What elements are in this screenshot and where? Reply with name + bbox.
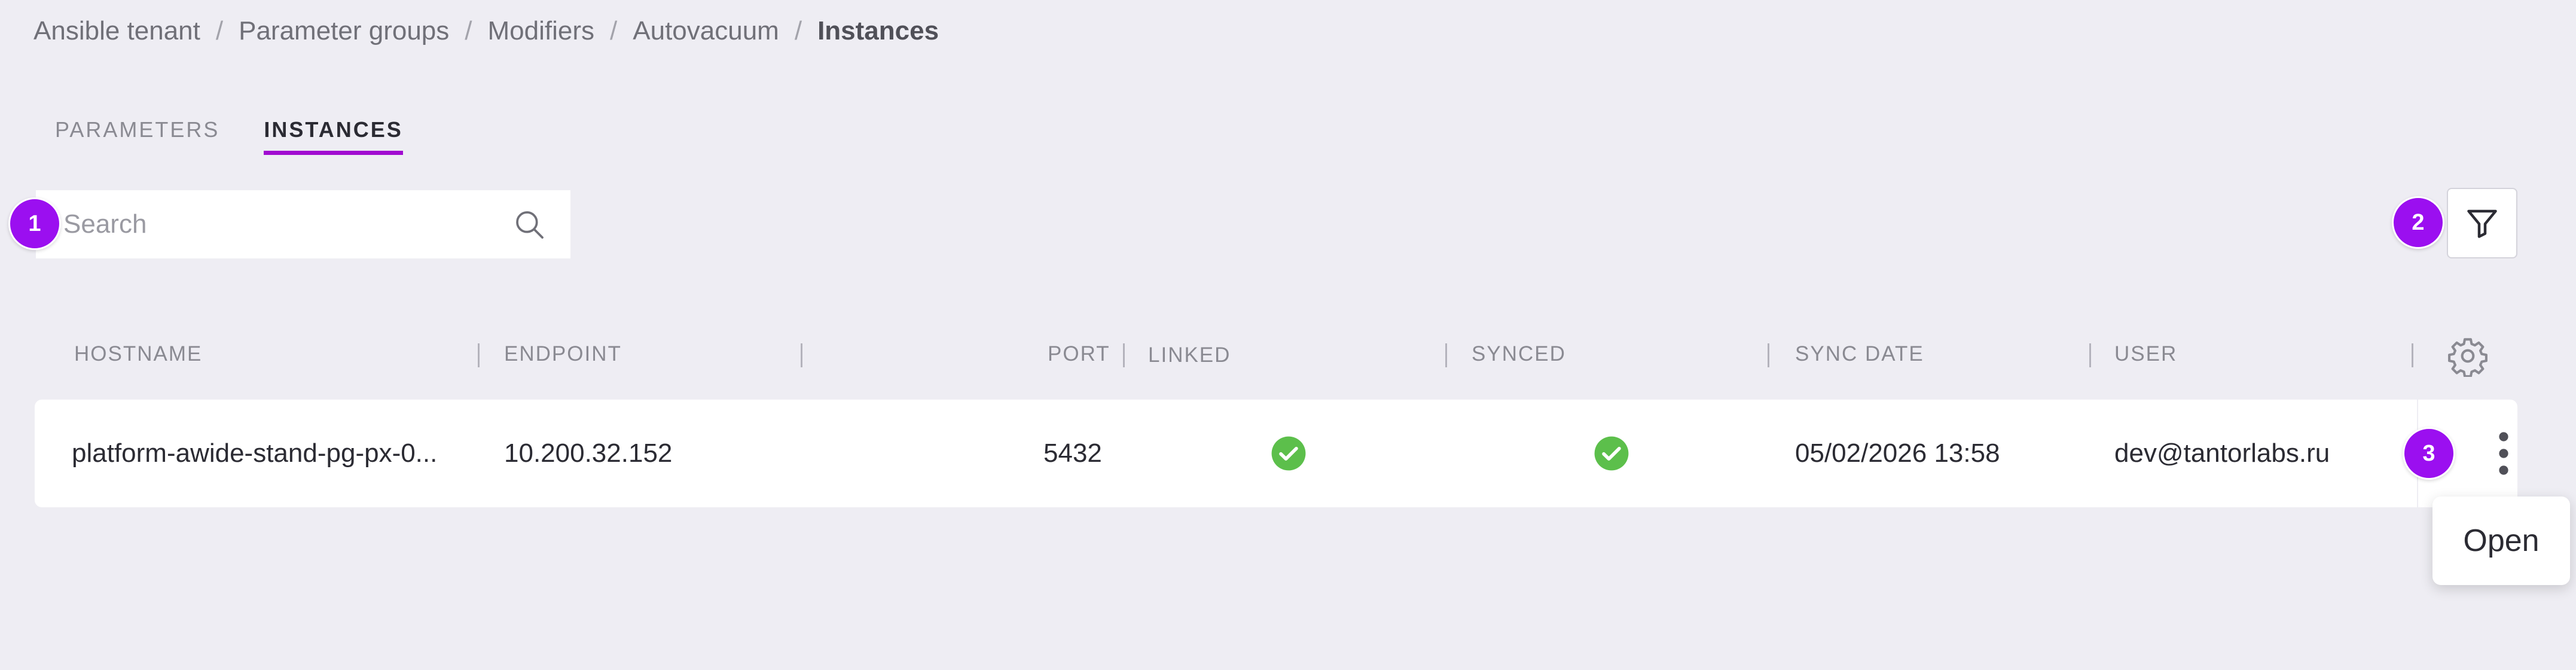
breadcrumb-separator: / — [215, 16, 224, 45]
breadcrumb-item-parameter-groups[interactable]: Parameter groups — [239, 16, 449, 46]
column-header-user[interactable]: USER — [2114, 342, 2177, 366]
column-resize-handle[interactable] — [1445, 343, 1447, 367]
search-input[interactable] — [62, 209, 483, 240]
breadcrumb-separator: / — [465, 16, 472, 45]
table-row[interactable]: platform-awide-stand-pg-px-0... 10.200.3… — [35, 400, 2517, 507]
check-circle-icon — [1271, 436, 1306, 471]
breadcrumb-item-current: Instances — [817, 16, 939, 45]
breadcrumb-item-autovacuum[interactable]: Autovacuum — [633, 16, 779, 46]
tab-bar: PARAMETERS INSTANCES — [55, 117, 403, 155]
cell-linked — [1270, 400, 1307, 507]
column-resize-handle[interactable] — [1123, 343, 1125, 367]
breadcrumb-separator: / — [794, 16, 802, 45]
check-circle-icon — [1594, 436, 1629, 471]
search-icon[interactable] — [513, 208, 547, 242]
column-resize-handle[interactable] — [801, 343, 802, 367]
column-header-port[interactable]: PORT — [1048, 342, 1110, 366]
column-resize-handle[interactable] — [1768, 343, 1769, 367]
breadcrumb: Ansible tenant / Parameter groups / Modi… — [33, 13, 939, 49]
gear-icon[interactable] — [2447, 335, 2489, 377]
menu-item-open[interactable]: Open — [2463, 523, 2539, 559]
tab-instances[interactable]: INSTANCES — [264, 117, 403, 155]
column-header-sync-date[interactable]: SYNC DATE — [1795, 342, 1924, 366]
table-header: HOSTNAME ENDPOINT PORT LINKED SYNCED SYN… — [0, 335, 2576, 377]
cell-port: 5432 — [1043, 438, 1102, 468]
kebab-menu-icon[interactable] — [2489, 425, 2519, 482]
breadcrumb-item-tenant[interactable]: Ansible tenant — [33, 16, 200, 46]
column-resize-handle[interactable] — [2089, 343, 2091, 367]
column-header-endpoint[interactable]: ENDPOINT — [504, 342, 622, 366]
cell-hostname: platform-awide-stand-pg-px-0... — [72, 438, 438, 468]
filter-button[interactable] — [2447, 188, 2517, 258]
filter-icon — [2467, 209, 2497, 238]
cell-synced — [1593, 400, 1630, 507]
column-resize-handle[interactable] — [2412, 343, 2413, 367]
breadcrumb-item-modifiers[interactable]: Modifiers — [488, 16, 595, 46]
column-resize-handle[interactable] — [478, 343, 480, 367]
search-box — [36, 190, 570, 258]
tab-parameters[interactable]: PARAMETERS — [55, 117, 219, 155]
cell-sync-date: 05/02/2026 13:58 — [1795, 438, 2000, 468]
row-actions-menu: Open — [2432, 497, 2570, 585]
cell-endpoint: 10.200.32.152 — [504, 438, 673, 468]
column-header-synced[interactable]: SYNCED — [1472, 342, 1566, 366]
annotation-marker-1: 1 — [8, 197, 61, 250]
breadcrumb-separator: / — [610, 16, 618, 45]
column-header-hostname[interactable]: HOSTNAME — [74, 342, 202, 366]
cell-user: dev@tantorlabs.ru — [2114, 438, 2330, 468]
annotation-marker-3: 3 — [2403, 427, 2455, 480]
column-header-linked[interactable]: LINKED — [1148, 343, 1231, 367]
annotation-marker-2: 2 — [2392, 196, 2444, 249]
